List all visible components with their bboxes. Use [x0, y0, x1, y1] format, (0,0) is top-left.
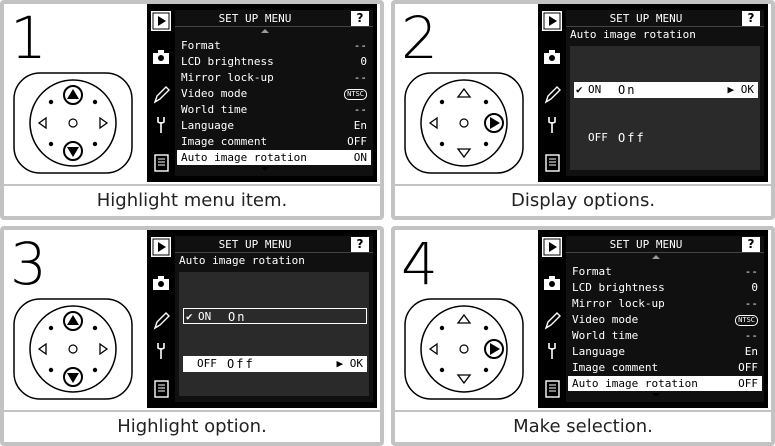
- menu-title-bar: SET UP MENU ?: [566, 236, 764, 253]
- menu-item-highlighted[interactable]: Auto image rotation OFF: [568, 376, 762, 391]
- option-on[interactable]: ✔ ON On ▶ OK: [574, 82, 758, 98]
- menu-item[interactable]: World time --: [177, 102, 371, 117]
- wrench-icon[interactable]: [150, 114, 172, 136]
- menu-item[interactable]: Language En: [568, 344, 762, 359]
- scroll-up-icon: [261, 29, 269, 33]
- camera-icon[interactable]: [541, 272, 563, 294]
- menu-display: SET UP MENU ? Auto image rotation ✔ ON O…: [175, 236, 373, 402]
- menu-title-bar: SET UP MENU ?: [566, 10, 764, 27]
- step-number: 3: [10, 230, 47, 298]
- help-icon[interactable]: ?: [351, 237, 369, 252]
- step-panel-2: 2 SET UP MENU ? Auto image rotation ✔ ON…: [391, 0, 775, 220]
- help-icon[interactable]: ?: [742, 11, 760, 26]
- menu-item[interactable]: Mirror lock-up --: [177, 70, 371, 85]
- submenu-title: Auto image rotation: [570, 28, 696, 41]
- menu-item-highlighted[interactable]: Auto image rotation ON: [177, 150, 371, 165]
- camera-monitor: SET UP MENU ? Format -- LCD brightness 0 M…: [538, 230, 768, 408]
- step-number: 2: [401, 4, 438, 72]
- pencil-icon[interactable]: [541, 310, 563, 332]
- step-caption: Highlight option.: [4, 412, 380, 442]
- option-off[interactable]: OFF Off ▶ OK: [183, 356, 367, 372]
- menu-item[interactable]: World time --: [568, 328, 762, 343]
- wrench-icon[interactable]: [541, 340, 563, 362]
- menu-item[interactable]: Format --: [177, 38, 371, 53]
- menu-item[interactable]: LCD brightness 0: [177, 54, 371, 69]
- step-panel-4: 4 SET UP MENU ? Format -- LCD brightness…: [391, 226, 775, 446]
- menu-display: SET UP MENU ? Format -- LCD brightness 0 M…: [175, 10, 373, 176]
- step-panel-body: 1 SET UP MENU ? Format -- LCD brightness…: [4, 4, 380, 184]
- menu-item[interactable]: Image comment OFF: [177, 134, 371, 149]
- menu-display: SET UP MENU ? Auto image rotation ✔ ON O…: [566, 10, 764, 176]
- step-number: 1: [10, 4, 47, 72]
- recent-settings-icon[interactable]: [541, 152, 563, 174]
- step-panel-3: 3 SET UP MENU ? Auto image rotation ✔ ON…: [0, 226, 384, 446]
- scroll-down-icon: [261, 167, 269, 171]
- menu-item[interactable]: Mirror lock-up --: [568, 296, 762, 311]
- scroll-down-icon: [652, 393, 660, 397]
- camera-monitor: SET UP MENU ? Format -- LCD brightness 0 M…: [147, 4, 377, 182]
- multi-selector-right-icon: [404, 72, 524, 174]
- ntsc-badge: NTSC: [735, 315, 758, 326]
- camera-monitor: SET UP MENU ? Auto image rotation ✔ ON O…: [147, 230, 377, 408]
- options-box: ✔ ON On OFF Off ▶ OK: [179, 272, 369, 396]
- camera-icon[interactable]: [150, 46, 172, 68]
- menu-display: SET UP MENU ? Format -- LCD brightness 0 M…: [566, 236, 764, 402]
- step-caption: Highlight menu item.: [4, 186, 380, 216]
- option-off[interactable]: OFF Off: [574, 130, 758, 146]
- menu-tab-column: [150, 10, 172, 176]
- recent-settings-icon[interactable]: [541, 378, 563, 400]
- step-panel-body: 2 SET UP MENU ? Auto image rotation ✔ ON…: [395, 4, 771, 184]
- menu-title: SET UP MENU: [218, 12, 292, 25]
- menu-item[interactable]: Video mode NTSC: [177, 86, 371, 101]
- menu-tab-column: [150, 236, 172, 402]
- multi-selector-up-down-icon: [13, 72, 133, 174]
- step-panel-body: 3 SET UP MENU ? Auto image rotation ✔ ON…: [4, 230, 380, 410]
- step-caption: Make selection.: [395, 412, 771, 442]
- pencil-icon[interactable]: [150, 310, 172, 332]
- menu-item[interactable]: Video mode NTSC: [568, 312, 762, 327]
- camera-icon[interactable]: [150, 272, 172, 294]
- step-caption: Display options.: [395, 186, 771, 216]
- scroll-up-icon: [652, 255, 660, 259]
- step-panel-1: 1 SET UP MENU ? Format -- LCD brightness…: [0, 0, 384, 220]
- playback-icon[interactable]: [541, 10, 563, 32]
- multi-selector-up-down-icon: [13, 298, 133, 400]
- option-on[interactable]: ✔ ON On: [183, 308, 367, 324]
- menu-title-bar: SET UP MENU ?: [175, 10, 373, 27]
- menu-title: SET UP MENU: [218, 238, 292, 251]
- playback-icon[interactable]: [541, 236, 563, 258]
- submenu-title: Auto image rotation: [179, 254, 305, 267]
- help-icon[interactable]: ?: [742, 237, 760, 252]
- step-panel-body: 4 SET UP MENU ? Format -- LCD brightness…: [395, 230, 771, 410]
- menu-tab-column: [541, 10, 563, 176]
- multi-selector-right-icon: [404, 298, 524, 400]
- ntsc-badge: NTSC: [344, 89, 367, 100]
- ok-indicator: ▶ OK: [336, 357, 364, 370]
- wrench-icon[interactable]: [541, 114, 563, 136]
- menu-title: SET UP MENU: [609, 238, 683, 251]
- menu-item[interactable]: LCD brightness 0: [568, 280, 762, 295]
- wrench-icon[interactable]: [150, 340, 172, 362]
- menu-item[interactable]: Language En: [177, 118, 371, 133]
- camera-icon[interactable]: [541, 46, 563, 68]
- playback-icon[interactable]: [150, 236, 172, 258]
- playback-icon[interactable]: [150, 10, 172, 32]
- pencil-icon[interactable]: [150, 84, 172, 106]
- menu-item[interactable]: Format --: [568, 264, 762, 279]
- recent-settings-icon[interactable]: [150, 152, 172, 174]
- pencil-icon[interactable]: [541, 84, 563, 106]
- ok-indicator: ▶ OK: [727, 83, 755, 96]
- menu-item[interactable]: Image comment OFF: [568, 360, 762, 375]
- help-icon[interactable]: ?: [351, 11, 369, 26]
- camera-monitor: SET UP MENU ? Auto image rotation ✔ ON O…: [538, 4, 768, 182]
- options-box: ✔ ON On ▶ OK OFF Off: [570, 46, 760, 170]
- step-number: 4: [401, 230, 438, 298]
- menu-title: SET UP MENU: [609, 12, 683, 25]
- recent-settings-icon[interactable]: [150, 378, 172, 400]
- menu-tab-column: [541, 236, 563, 402]
- menu-title-bar: SET UP MENU ?: [175, 236, 373, 253]
